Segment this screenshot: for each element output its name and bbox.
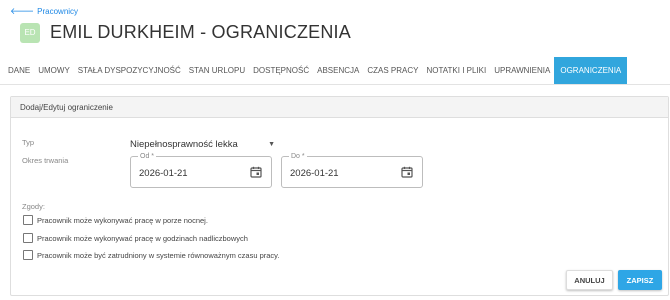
tab-absencja[interactable]: ABSENCJA bbox=[313, 57, 363, 84]
tab-notatki-i-pliki[interactable]: NOTATKI I PLIKI bbox=[422, 57, 490, 84]
back-link-label: Pracownicy bbox=[37, 7, 79, 16]
tab-dane[interactable]: DANE bbox=[0, 57, 34, 84]
cancel-button[interactable]: ANULUJ bbox=[566, 270, 613, 290]
consents-label: Zgody: bbox=[22, 202, 45, 211]
tab-stala-dyspozycyjnosc[interactable]: STAŁA DYSPOZYCYJNOŚĆ bbox=[74, 57, 185, 84]
duration-label: Okres trwania bbox=[22, 156, 69, 165]
arrow-left-icon: 🡐 bbox=[10, 6, 35, 16]
tab-czas-pracy[interactable]: CZAS PRACY bbox=[363, 57, 422, 84]
tab-umowy[interactable]: UMOWY bbox=[34, 57, 74, 84]
tab-stan-urlopu[interactable]: STAN URLOPU bbox=[185, 57, 249, 84]
checkbox[interactable] bbox=[23, 233, 33, 243]
date-from-value: 2026-01-21 bbox=[139, 168, 188, 179]
consent-overtime[interactable]: Pracownik może wykonywać pracę w godzina… bbox=[23, 233, 248, 243]
date-to-label: Do * bbox=[289, 152, 307, 161]
tab-dostepnosc[interactable]: DOSTĘPNOŚĆ bbox=[249, 57, 313, 84]
date-to-field[interactable]: Do * 2026-01-21 bbox=[281, 152, 423, 188]
tab-uprawnienia[interactable]: UPRAWNIENIA bbox=[490, 57, 554, 84]
consent-equivalent-system[interactable]: Pracownik może być zatrudniony w systemi… bbox=[23, 250, 279, 260]
date-from-label: Od * bbox=[138, 152, 157, 161]
consent-night-work[interactable]: Pracownik może wykonywać pracę w porze n… bbox=[23, 215, 208, 225]
type-select-value: Niepełnosprawność lekka bbox=[130, 138, 238, 150]
type-label: Typ bbox=[22, 138, 35, 147]
type-select[interactable]: Niepełnosprawność lekka ▼ bbox=[130, 137, 275, 151]
date-from-field[interactable]: Od * 2026-01-21 bbox=[130, 152, 272, 188]
chevron-down-icon: ▼ bbox=[268, 140, 275, 148]
consent-label: Pracownik może wykonywać pracę w godzina… bbox=[37, 233, 248, 243]
checkbox[interactable] bbox=[23, 215, 33, 225]
avatar: ED bbox=[20, 22, 40, 43]
back-to-employees-link[interactable]: 🡐 Pracownicy bbox=[10, 6, 79, 17]
page-title: EMIL DURKHEIM - OGRANICZENIA bbox=[50, 22, 351, 42]
panel-title: Dodaj/Edytuj ograniczenie bbox=[11, 97, 668, 118]
save-button[interactable]: ZAPISZ bbox=[618, 270, 662, 290]
consent-label: Pracownik może być zatrudniony w systemi… bbox=[37, 250, 280, 260]
calendar-icon[interactable] bbox=[401, 166, 413, 178]
tab-ograniczenia[interactable]: OGRANICZENIA bbox=[554, 57, 628, 84]
consent-label: Pracownik może wykonywać pracę w porze n… bbox=[37, 215, 208, 225]
restriction-form-panel: Dodaj/Edytuj ograniczenie Typ Niepełnosp… bbox=[10, 96, 669, 296]
date-to-value: 2026-01-21 bbox=[290, 168, 339, 179]
checkbox[interactable] bbox=[23, 250, 33, 260]
calendar-icon[interactable] bbox=[250, 166, 262, 178]
tab-bar: DANE UMOWY STAŁA DYSPOZYCYJNOŚĆ STAN URL… bbox=[0, 57, 670, 85]
page-header: ED EMIL DURKHEIM - OGRANICZENIA bbox=[20, 22, 351, 43]
